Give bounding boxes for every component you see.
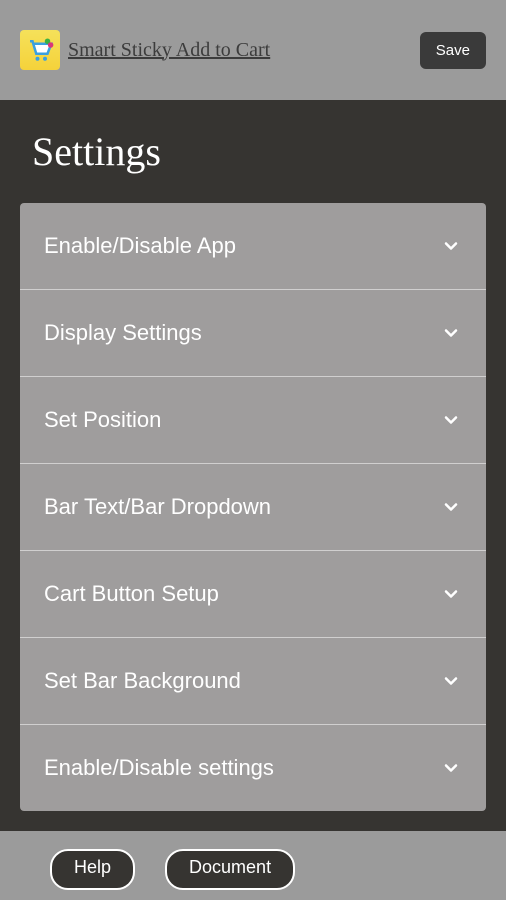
brand-title: Smart Sticky Add to Cart xyxy=(68,39,270,62)
page-title: Settings xyxy=(32,128,486,175)
accordion-item-bar-background[interactable]: Set Bar Background xyxy=(20,638,486,725)
settings-accordion: Enable/Disable App Display Settings Set … xyxy=(20,203,486,811)
brand-link[interactable]: Smart Sticky Add to Cart xyxy=(20,30,270,70)
footer: Help Document xyxy=(0,831,506,890)
settings-container: Settings Enable/Disable App Display Sett… xyxy=(0,100,506,831)
accordion-item-cart-button[interactable]: Cart Button Setup xyxy=(20,551,486,638)
accordion-label: Enable/Disable settings xyxy=(44,755,274,781)
accordion-label: Cart Button Setup xyxy=(44,581,219,607)
chevron-down-icon xyxy=(440,235,462,257)
accordion-label: Bar Text/Bar Dropdown xyxy=(44,494,271,520)
app-logo-icon xyxy=(20,30,60,70)
chevron-down-icon xyxy=(440,322,462,344)
accordion-label: Enable/Disable App xyxy=(44,233,236,259)
document-button[interactable]: Document xyxy=(165,849,295,890)
accordion-item-enable-settings[interactable]: Enable/Disable settings xyxy=(20,725,486,811)
chevron-down-icon xyxy=(440,670,462,692)
help-button[interactable]: Help xyxy=(50,849,135,890)
accordion-item-set-position[interactable]: Set Position xyxy=(20,377,486,464)
accordion-item-enable-app[interactable]: Enable/Disable App xyxy=(20,203,486,290)
app-header: Smart Sticky Add to Cart Save xyxy=(0,0,506,100)
accordion-label: Set Bar Background xyxy=(44,668,241,694)
chevron-down-icon xyxy=(440,496,462,518)
accordion-item-display-settings[interactable]: Display Settings xyxy=(20,290,486,377)
save-button[interactable]: Save xyxy=(420,32,486,69)
chevron-down-icon xyxy=(440,583,462,605)
chevron-down-icon xyxy=(440,757,462,779)
accordion-label: Set Position xyxy=(44,407,161,433)
accordion-item-bar-text[interactable]: Bar Text/Bar Dropdown xyxy=(20,464,486,551)
accordion-label: Display Settings xyxy=(44,320,202,346)
chevron-down-icon xyxy=(440,409,462,431)
